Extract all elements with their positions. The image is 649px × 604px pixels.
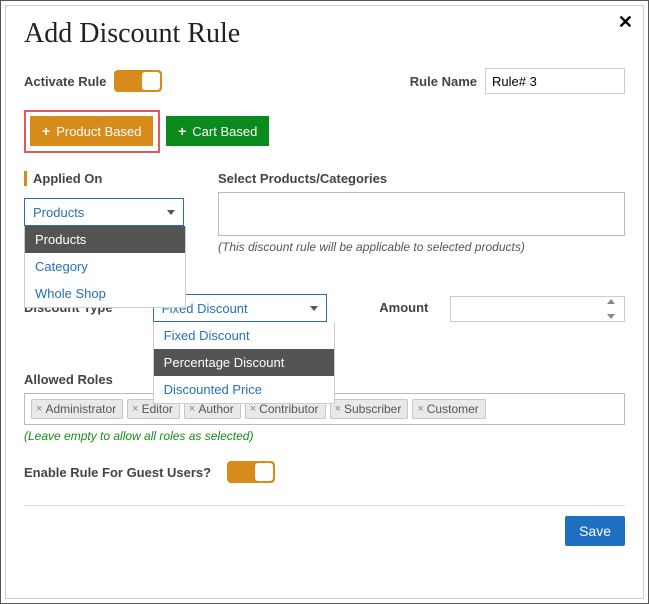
allowed-roles-hint: (Leave empty to allow all roles as selec…: [24, 429, 625, 443]
role-label: Customer: [427, 402, 479, 416]
role-chip: × Customer: [412, 399, 485, 419]
role-label: Contributor: [259, 402, 318, 416]
rule-name-label: Rule Name: [410, 74, 477, 89]
remove-icon[interactable]: ×: [250, 403, 256, 415]
close-icon[interactable]: ✕: [618, 12, 633, 33]
stepper-up-icon[interactable]: [607, 299, 615, 304]
discount-option-discounted[interactable]: Discounted Price: [154, 376, 334, 403]
remove-icon[interactable]: ×: [132, 403, 138, 415]
applied-on-select[interactable]: Products Products Category Whole Shop: [24, 198, 184, 226]
guest-users-toggle[interactable]: [227, 461, 275, 483]
select-products-heading: Select Products/Categories: [218, 171, 625, 186]
applied-option-category[interactable]: Category: [25, 253, 185, 280]
role-chip: ×Subscriber: [330, 399, 409, 419]
role-label: Author: [198, 402, 233, 416]
discount-option-percentage[interactable]: Percentage Discount: [154, 349, 334, 376]
role-label: Subscriber: [344, 402, 401, 416]
chevron-down-icon: [310, 306, 318, 311]
applied-option-products[interactable]: Products: [25, 226, 185, 253]
product-picker-input[interactable]: [218, 192, 625, 236]
role-label: Administrator: [45, 402, 116, 416]
amount-label: Amount: [379, 294, 428, 315]
cart-based-button[interactable]: + Cart Based: [166, 116, 269, 146]
remove-icon[interactable]: ×: [189, 403, 195, 415]
remove-icon[interactable]: ×: [417, 403, 423, 415]
cart-based-label: Cart Based: [192, 124, 257, 139]
save-button[interactable]: Save: [565, 516, 625, 546]
plus-icon: +: [178, 123, 186, 139]
chevron-down-icon: [167, 210, 175, 215]
discount-option-fixed[interactable]: Fixed Discount: [154, 322, 334, 349]
amount-input[interactable]: [450, 296, 625, 322]
product-based-button[interactable]: + Product Based: [30, 116, 153, 146]
discount-rule-modal: ✕ Add Discount Rule Activate Rule Rule N…: [5, 5, 644, 599]
product-based-label: Product Based: [56, 124, 141, 139]
applied-on-dropdown: Products Category Whole Shop: [24, 226, 186, 308]
plus-icon: +: [42, 123, 50, 139]
applied-on-selected: Products: [33, 205, 84, 220]
remove-icon[interactable]: ×: [335, 403, 341, 415]
remove-icon[interactable]: ×: [36, 403, 42, 415]
product-based-highlight: + Product Based: [24, 110, 160, 153]
role-label: Editor: [142, 402, 173, 416]
guest-users-label: Enable Rule For Guest Users?: [24, 465, 211, 480]
stepper-down-icon[interactable]: [607, 314, 615, 319]
page-title: Add Discount Rule: [24, 18, 625, 50]
select-products-hint: (This discount rule will be applicable t…: [218, 240, 625, 254]
discount-type-dropdown: Fixed Discount Percentage Discount Disco…: [153, 322, 335, 404]
activate-toggle[interactable]: [114, 70, 162, 92]
activate-label: Activate Rule: [24, 74, 106, 89]
applied-on-heading: Applied On: [24, 171, 194, 186]
role-chip: ×Administrator: [31, 399, 123, 419]
rule-name-input[interactable]: [485, 68, 625, 94]
applied-option-whole-shop[interactable]: Whole Shop: [25, 280, 185, 307]
